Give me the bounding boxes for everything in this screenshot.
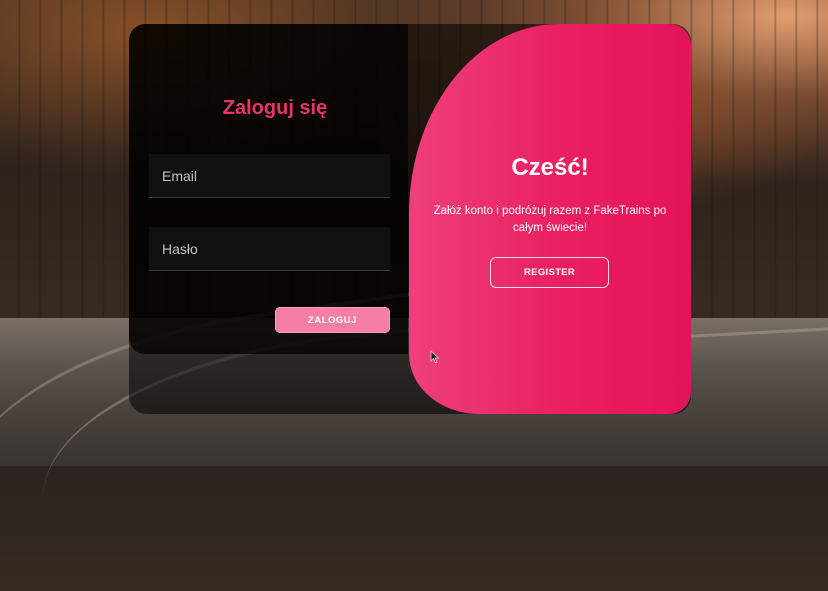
register-button[interactable]: REGISTER (490, 257, 609, 288)
email-field[interactable] (149, 154, 390, 198)
login-title: Zaloguj się (222, 97, 328, 119)
mouse-pointer-icon (430, 350, 440, 364)
password-field[interactable] (149, 227, 390, 271)
welcome-title: Cześć! (511, 154, 589, 181)
login-button[interactable]: ZALOGUJ (275, 307, 390, 333)
email-input[interactable] (149, 154, 390, 197)
welcome-message: Załóż konto i podróżuj razem z FakeTrain… (433, 205, 667, 234)
password-input[interactable] (149, 227, 390, 270)
